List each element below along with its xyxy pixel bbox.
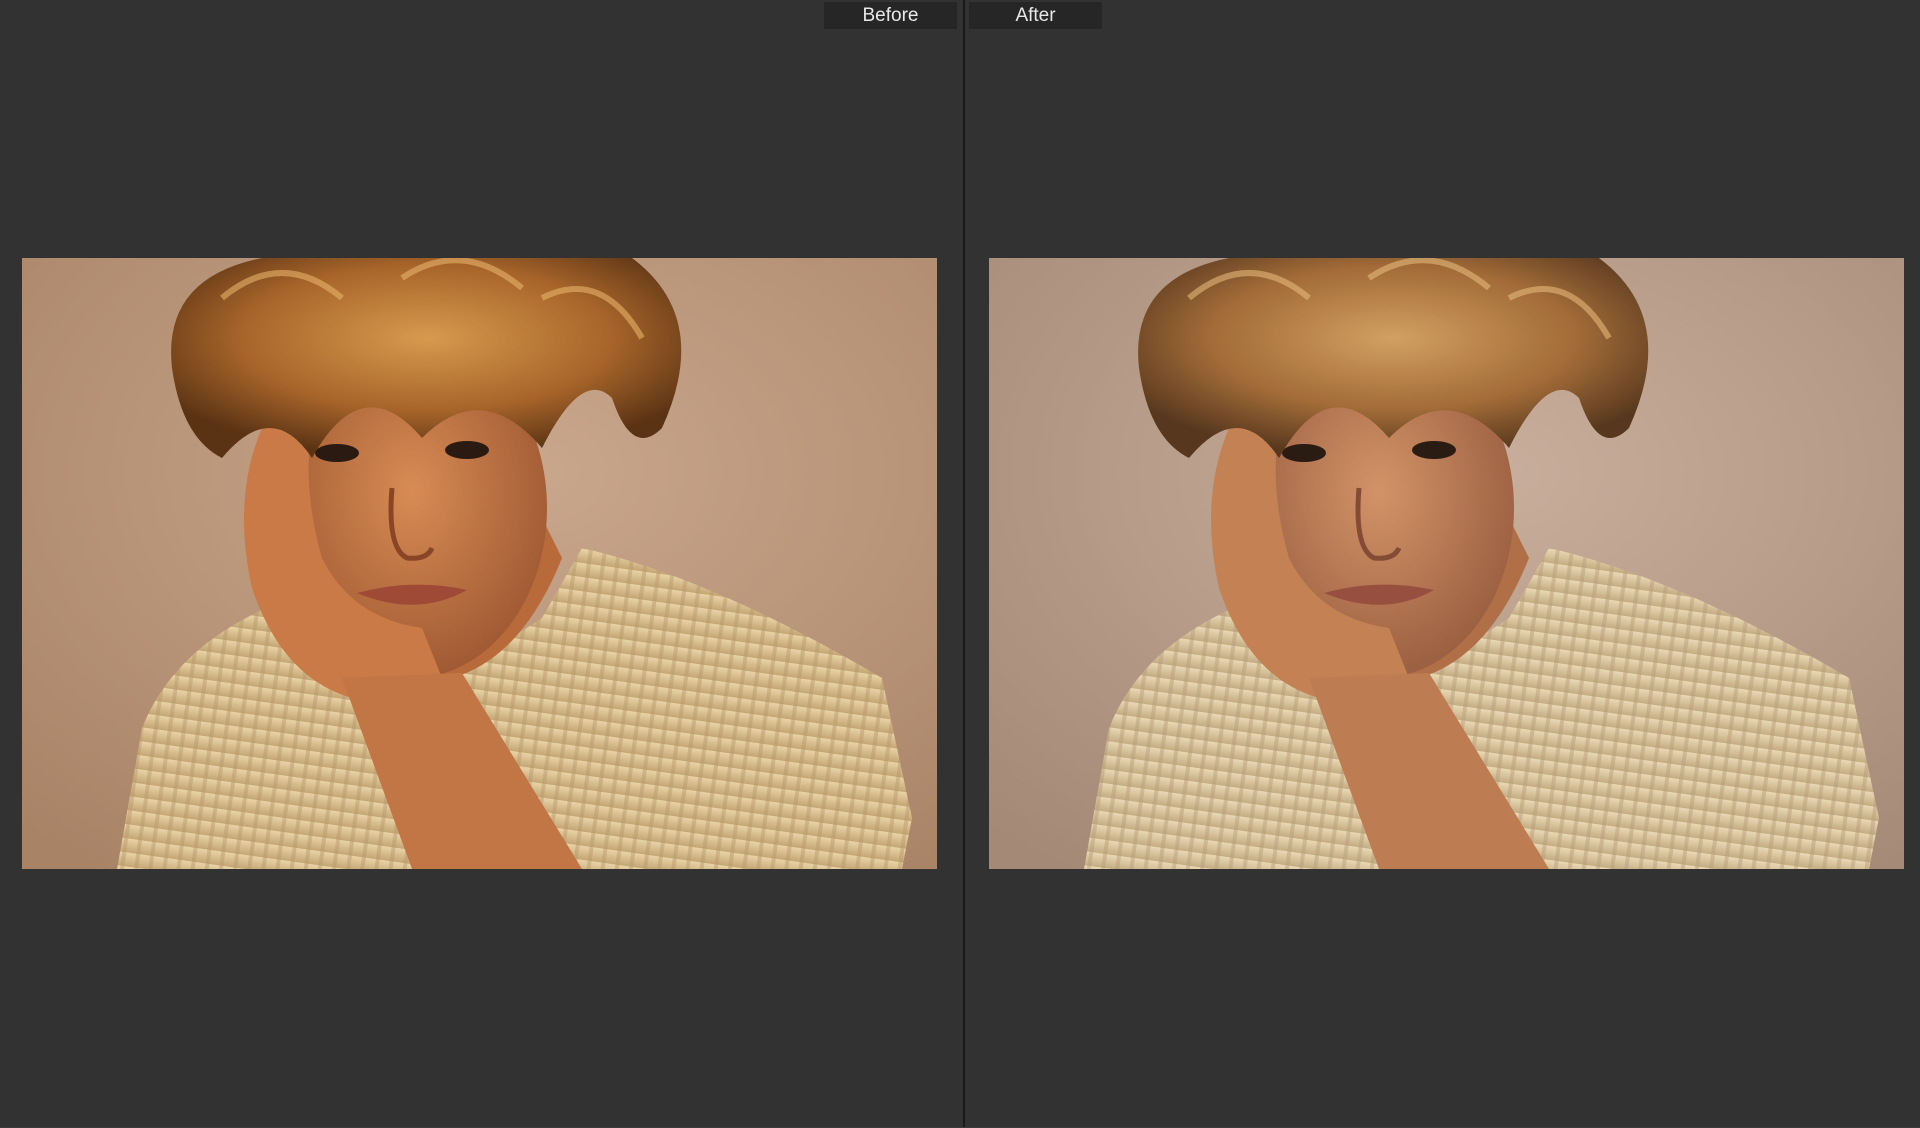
before-pane[interactable]: Before bbox=[0, 0, 963, 1128]
before-label: Before bbox=[824, 2, 957, 29]
before-photo[interactable] bbox=[22, 258, 937, 869]
before-after-compare-view: Before After bbox=[0, 0, 1920, 1128]
after-pane[interactable]: After bbox=[965, 0, 1920, 1128]
after-photo[interactable] bbox=[989, 258, 1904, 869]
portrait-image bbox=[22, 258, 937, 869]
after-label: After bbox=[969, 2, 1102, 29]
portrait-image bbox=[989, 258, 1904, 869]
